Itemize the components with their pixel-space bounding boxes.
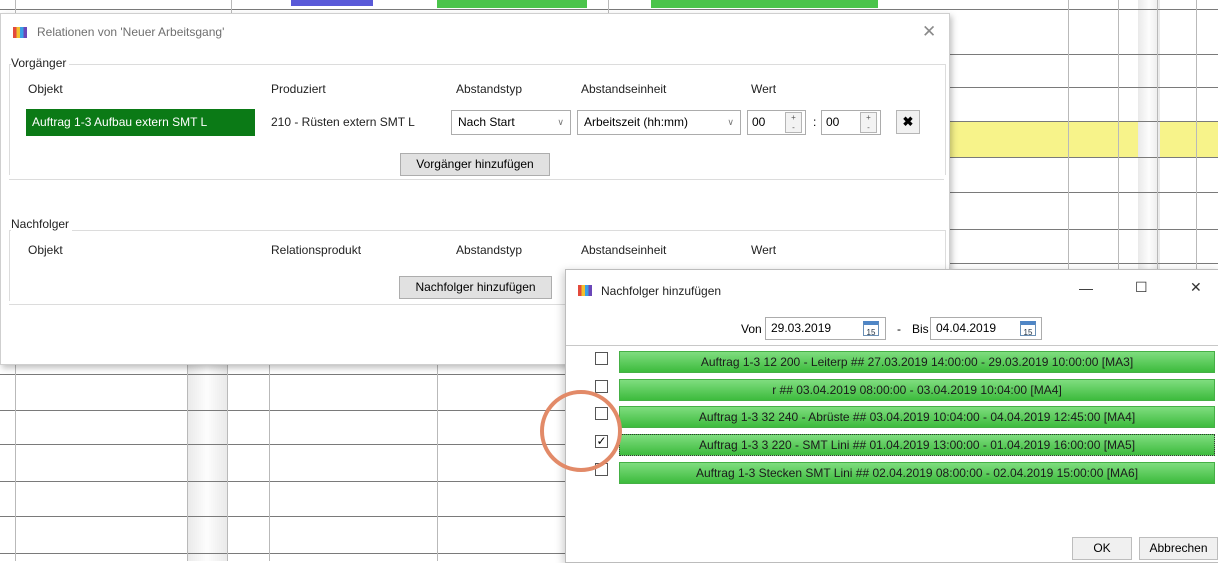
von-label: Von (741, 322, 762, 336)
maximize-icon[interactable]: ☐ (1135, 279, 1148, 296)
abstandseinheit-value: Arbeitszeit (hh:mm) (584, 115, 689, 129)
dialog-title: Relationen von 'Neuer Arbeitsgang' (37, 25, 225, 39)
row-checkbox[interactable] (595, 352, 608, 365)
nachfolger-label: Nachfolger (11, 217, 73, 231)
calendar-icon[interactable]: 15 (1020, 321, 1036, 337)
header-abstandseinheit: Abstandseinheit (581, 82, 667, 96)
minutes-stepper-icon[interactable]: + - (860, 112, 877, 133)
ok-button[interactable]: OK (1072, 537, 1132, 560)
highlight-row (948, 121, 1218, 157)
range-separator: - (897, 322, 901, 336)
list-item[interactable]: Auftrag 1-3 12 200 - Leiterp ## 27.03.20… (619, 351, 1215, 373)
schedule-bar (291, 0, 373, 6)
close-icon[interactable]: ✕ (1190, 279, 1202, 296)
chevron-down-icon: ∨ (727, 117, 734, 127)
nachfolger-hinzufuegen-button[interactable]: Nachfolger hinzufügen (399, 276, 552, 299)
vorgaenger-produziert: 210 - Rüsten extern SMT L (271, 115, 415, 129)
schedule-bar (437, 0, 587, 8)
bis-date-value: 04.04.2019 (936, 321, 997, 335)
header-abstandseinheit: Abstandseinheit (581, 243, 667, 257)
bis-label: Bis (912, 322, 929, 336)
list-item[interactable]: r ## 03.04.2019 08:00:00 - 03.04.2019 10… (619, 379, 1215, 401)
delete-button[interactable]: ✖ (896, 110, 920, 134)
header-abstandstyp: Abstandstyp (456, 82, 523, 96)
minimize-icon[interactable]: — (1079, 280, 1093, 296)
list-item[interactable]: Auftrag 1-3 3 220 - SMT Lini ## 01.04.20… (619, 434, 1215, 456)
abstandstyp-select[interactable]: Nach Start ∨ (451, 110, 571, 135)
calendar-icon[interactable]: 15 (863, 321, 879, 337)
app-icon (13, 27, 27, 38)
header-produziert: Produziert (271, 82, 326, 96)
schedule-bar (651, 0, 878, 8)
header-objekt: Objekt (28, 82, 63, 96)
time-separator: : (813, 115, 817, 129)
vorgaenger-label: Vorgänger (11, 56, 70, 70)
close-icon[interactable]: ✕ (922, 22, 936, 42)
header-abstandstyp: Abstandstyp (456, 243, 523, 257)
abbrechen-button[interactable]: Abbrechen (1139, 537, 1218, 560)
hours-value: 00 (752, 115, 766, 129)
vorgaenger-hinzufuegen-button[interactable]: Vorgänger hinzufügen (400, 153, 550, 176)
abstandseinheit-select[interactable]: Arbeitszeit (hh:mm) ∨ (577, 110, 741, 135)
highlight-circle (540, 390, 622, 472)
vorgaenger-objekt[interactable]: Auftrag 1-3 Aufbau extern SMT L (26, 109, 255, 136)
header-relationsprodukt: Relationsprodukt (271, 243, 362, 257)
von-date-value: 29.03.2019 (771, 321, 832, 335)
header-wert: Wert (751, 243, 777, 257)
app-icon (578, 285, 592, 296)
header-wert: Wert (751, 82, 777, 96)
abstandstyp-value: Nach Start (458, 115, 515, 129)
nachfolger-list: Auftrag 1-3 12 200 - Leiterp ## 27.03.20… (566, 345, 1218, 526)
hours-stepper-icon[interactable]: + - (785, 112, 802, 133)
row-checkbox[interactable] (595, 380, 608, 393)
list-item[interactable]: Auftrag 1-3 32 240 - Abrüste ## 03.04.20… (619, 406, 1215, 428)
list-item[interactable]: Auftrag 1-3 Stecken SMT Lini ## 02.04.20… (619, 462, 1215, 484)
chevron-down-icon: ∨ (557, 117, 564, 127)
header-objekt: Objekt (28, 243, 63, 257)
nachfolger-dialog-title: Nachfolger hinzufügen (601, 284, 722, 298)
minutes-value: 00 (826, 115, 840, 129)
